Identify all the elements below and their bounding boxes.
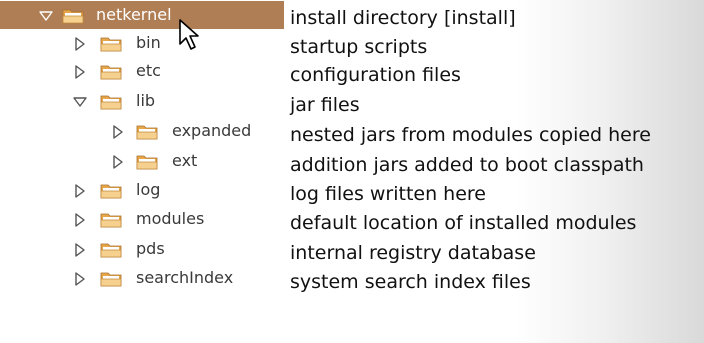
tree-row-expanded[interactable]: expanded <box>0 117 284 145</box>
folder-icon <box>100 184 122 199</box>
folder-icon <box>100 95 122 110</box>
triangle-right-icon[interactable] <box>72 271 88 287</box>
tree-item-label: pds <box>136 239 165 258</box>
tree-item-label: ext <box>172 151 198 170</box>
mouse-pointer-icon <box>179 19 199 50</box>
triangle-right-icon[interactable] <box>72 36 88 52</box>
triangle-down-icon[interactable] <box>38 8 54 24</box>
tree-item-description: nested jars from modules copied here <box>290 124 651 146</box>
tree-item-description: install directory [install] <box>290 7 516 29</box>
tree-row-pds[interactable]: pds <box>0 235 284 263</box>
folder-icon <box>100 243 122 258</box>
tree-item-label: log <box>136 180 161 199</box>
triangle-right-icon[interactable] <box>72 212 88 228</box>
tree-item-label: expanded <box>172 121 252 140</box>
tree-item-description: startup scripts <box>290 36 428 58</box>
tree-row-netkernel[interactable]: netkernel <box>0 1 284 29</box>
tree-item-label: modules <box>136 209 205 228</box>
triangle-right-icon[interactable] <box>72 242 88 258</box>
triangle-down-icon[interactable] <box>72 94 88 110</box>
tree-item-label: searchIndex <box>136 268 234 287</box>
description-panel: install directory [install] startup scrip… <box>284 0 704 343</box>
tree-item-description: configuration files <box>290 64 461 86</box>
triangle-right-icon[interactable] <box>72 183 88 199</box>
tree-row-log[interactable]: log <box>0 176 284 204</box>
folder-icon <box>100 65 122 80</box>
file-tree: netkernel bin etc lib expanded ext log modules p… <box>0 0 290 343</box>
tree-item-description: log files written here <box>290 183 486 205</box>
tree-row-searchindex[interactable]: searchIndex <box>0 264 284 292</box>
tree-item-description: jar files <box>290 94 360 116</box>
folder-icon <box>136 155 158 170</box>
triangle-right-icon[interactable] <box>110 124 126 140</box>
folder-icon <box>100 272 122 287</box>
folder-icon <box>100 213 122 228</box>
tree-row-modules[interactable]: modules <box>0 205 284 233</box>
tree-item-label: etc <box>136 61 161 80</box>
tree-item-description: default location of installed modules <box>290 212 637 234</box>
tree-row-etc[interactable]: etc <box>0 57 284 85</box>
tree-row-lib[interactable]: lib <box>0 87 284 115</box>
tree-row-ext[interactable]: ext <box>0 147 284 175</box>
folder-icon <box>62 9 84 24</box>
tree-row-bin[interactable]: bin <box>0 29 284 57</box>
tree-item-label: netkernel <box>96 5 172 24</box>
tree-item-description: system search index files <box>290 271 531 293</box>
folder-icon <box>136 125 158 140</box>
tree-item-description: addition jars added to boot classpath <box>290 154 644 176</box>
triangle-right-icon[interactable] <box>110 154 126 170</box>
tree-item-description: internal registry database <box>290 242 536 264</box>
tree-item-label: lib <box>136 91 156 110</box>
folder-icon <box>100 37 122 52</box>
tree-item-label: bin <box>136 33 161 52</box>
triangle-right-icon[interactable] <box>72 64 88 80</box>
